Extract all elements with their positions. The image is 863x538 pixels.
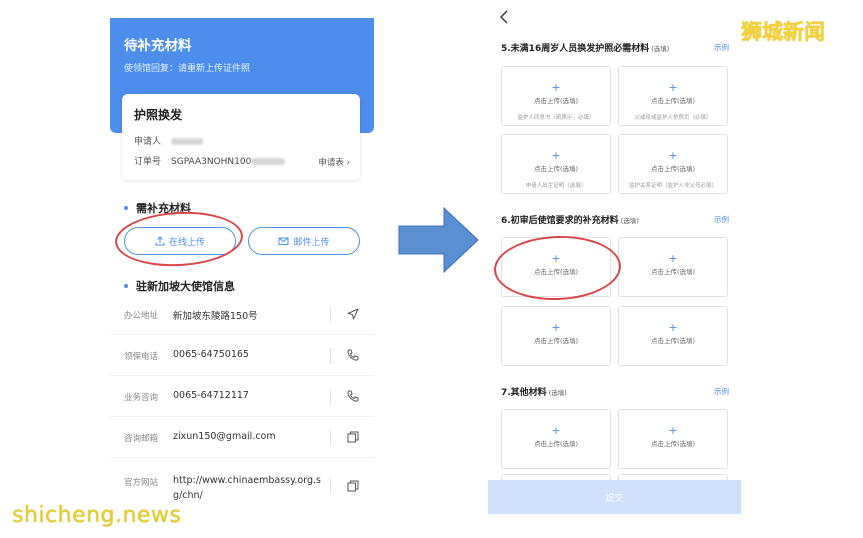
upload-tile[interactable]: + 点击上传(选填) 父或母或监护人护照页（必填） — [618, 66, 728, 126]
order-label: 订单号 — [134, 157, 162, 167]
info-label: 办公地址 — [124, 311, 159, 321]
submit-button[interactable]: 提交 — [488, 480, 741, 514]
upload-label: 点击上传(选填) — [533, 440, 579, 448]
mail-upload-label: 邮件上传 — [293, 237, 330, 248]
info-value: 0065-64750165 — [173, 349, 249, 360]
section-title: 7.其他材料 (选填) — [501, 385, 567, 398]
order-number-redacted — [251, 158, 286, 165]
info-label: 业务咨询 — [124, 393, 159, 403]
upload-tile[interactable]: + 点击上传(选填) — [618, 306, 728, 366]
copy-icon[interactable] — [346, 479, 360, 493]
phone-icon[interactable] — [346, 389, 360, 403]
info-value: zixun150@gmail.com — [173, 431, 276, 442]
section-optional: (选填) — [651, 45, 670, 53]
mail-icon — [278, 237, 289, 245]
upload-tile[interactable]: + 点击上传(选填) — [501, 306, 611, 366]
upload-label: 点击上传(选填) — [650, 97, 696, 105]
upload-tile[interactable]: + 点击上传(选填) — [618, 237, 728, 297]
plus-icon: + — [551, 424, 561, 437]
info-label: 领保电话 — [124, 352, 159, 362]
info-row-email: 咨询邮箱 zixun150@gmail.com — [110, 418, 374, 458]
row-divider — [330, 307, 331, 323]
example-link[interactable]: 示例 — [714, 386, 729, 397]
applicant-row: 申请人 — [134, 134, 204, 147]
embassy-section-title: 驻新加坡大使馆信息 — [136, 280, 235, 293]
upload-label: 点击上传(选填) — [533, 165, 579, 173]
upload-desc: 申请人出生证明（选填） — [525, 183, 587, 189]
plus-icon: + — [668, 252, 678, 265]
example-link[interactable]: 示例 — [714, 42, 729, 53]
info-row-consular-phone: 领保电话 0065-64750165 — [110, 336, 374, 376]
row-divider — [330, 478, 331, 494]
section-optional: (选填) — [548, 389, 567, 397]
section-title-text: 5.未满16周岁人员换发护照必需材料 — [501, 44, 650, 54]
upload-tile[interactable]: + 点击上传(选填) 监护人同意书（纸质示，必填） — [501, 66, 611, 126]
copy-icon[interactable] — [346, 430, 360, 444]
plus-icon: + — [668, 321, 678, 334]
info-value: 0065-64712117 — [173, 390, 249, 401]
embassy-reply: 使领馆回复：请重新上传证件照 — [124, 64, 251, 74]
upload-label: 点击上传(选填) — [533, 337, 579, 345]
applicant-label: 申请人 — [134, 137, 162, 147]
info-value-line2: g/chn/ — [173, 490, 203, 501]
row-divider — [330, 430, 331, 446]
order-row: 订单号 SGPAA3NOHN100 — [134, 154, 286, 167]
applicant-name-redacted — [171, 138, 204, 145]
row-divider — [330, 389, 331, 405]
info-label: 咨询邮箱 — [124, 434, 159, 444]
arrow-right-icon — [398, 206, 479, 274]
mail-upload-button[interactable]: 邮件上传 — [248, 227, 360, 255]
upload-desc: 监护人同意书（纸质示，必填） — [517, 115, 595, 121]
example-link[interactable]: 示例 — [714, 214, 729, 225]
section-dot — [124, 206, 128, 210]
info-row-address: 办公地址 新加坡东陵路150号 — [110, 295, 374, 335]
status-title: 待补充材料 — [124, 38, 192, 54]
section-title: 5.未满16周岁人员换发护照必需材料 (选填) — [501, 41, 669, 54]
watermark-url: shicheng.news — [12, 503, 182, 528]
upload-label: 点击上传(选填) — [650, 440, 696, 448]
row-divider — [330, 348, 331, 364]
order-card: 护照换发 申请人 订单号 SGPAA3NOHN100 申请表 › — [122, 94, 360, 180]
upload-tile[interactable]: + 点击上传(选填) 监护关系证明（监护人非父母必填） — [618, 134, 728, 194]
phone-icon[interactable] — [346, 348, 360, 362]
plus-icon: + — [668, 424, 678, 437]
upload-label: 点击上传(选填) — [533, 97, 579, 105]
section-title-text: 6.初审后使馆要求的补充材料 — [501, 216, 619, 226]
section-dot — [124, 284, 128, 288]
info-row-business-phone: 业务咨询 0065-64712117 — [110, 377, 374, 417]
order-number: SGPAA3NOHN100 — [171, 157, 252, 167]
upload-tile[interactable]: + 点击上传(选填) 申请人出生证明（选填） — [501, 134, 611, 194]
watermark-logo-text: 狮城新闻 — [741, 20, 825, 44]
info-label: 官方网站 — [124, 478, 159, 488]
info-value-line1: http://www.chinaembassy.org.s — [173, 475, 321, 486]
upload-desc: 父或母或监护人护照页（必填） — [634, 115, 712, 121]
back-arrow-icon[interactable] — [498, 10, 510, 24]
navigation-icon[interactable] — [346, 307, 360, 321]
order-detail-screen: 待补充材料 使领馆回复：请重新上传证件照 护照换发 申请人 订单号 SGPAA3N… — [110, 18, 374, 518]
application-form-link[interactable]: 申请表 › — [318, 156, 350, 168]
upload-desc: 监护关系证明（监护人非父母必填） — [628, 183, 717, 189]
plus-icon: + — [668, 81, 678, 94]
upload-tile[interactable]: + 点击上传(选填) — [501, 409, 611, 469]
section-title-text: 7.其他材料 — [501, 388, 547, 398]
section-optional: (选填) — [620, 217, 639, 225]
upload-label: 点击上传(选填) — [650, 165, 696, 173]
upload-label: 点击上传(选填) — [650, 268, 696, 276]
plus-icon: + — [551, 149, 561, 162]
info-value: 新加坡东陵路150号 — [173, 311, 258, 322]
upload-label: 点击上传(选填) — [650, 337, 696, 345]
service-title: 护照换发 — [134, 108, 183, 122]
plus-icon: + — [551, 321, 561, 334]
plus-icon: + — [551, 81, 561, 94]
section-title: 6.初审后使馆要求的补充材料 (选填) — [501, 213, 639, 226]
plus-icon: + — [668, 149, 678, 162]
upload-tile[interactable]: + 点击上传(选填) — [618, 409, 728, 469]
